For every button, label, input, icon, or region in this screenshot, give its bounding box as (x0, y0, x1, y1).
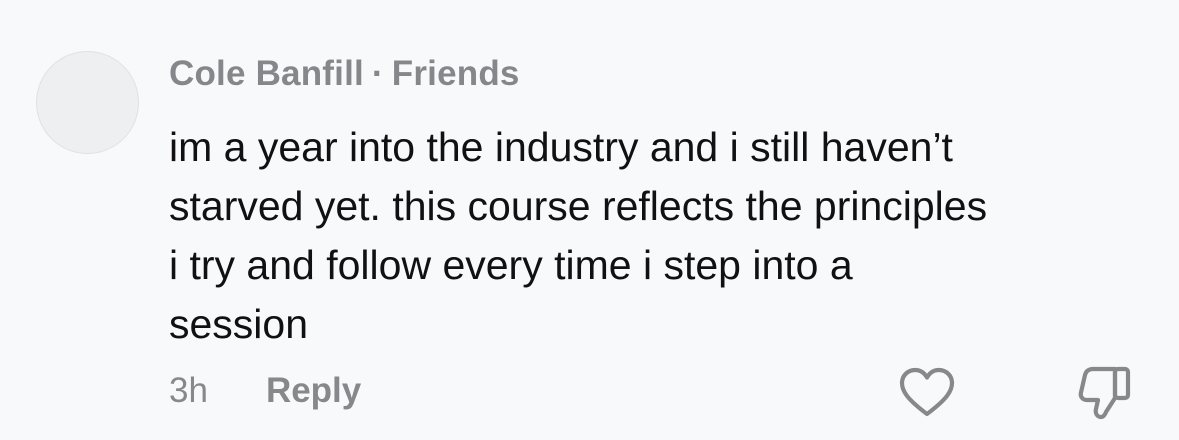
author-name[interactable]: Cole Banfill (169, 54, 364, 93)
relationship-label: Friends (391, 54, 520, 93)
avatar[interactable] (36, 51, 139, 154)
comment-footer: 3h Reply (169, 371, 361, 411)
comment-text-line: i try and follow every time i step into … (169, 242, 853, 288)
separator: · (371, 54, 384, 93)
reply-button[interactable]: Reply (266, 371, 361, 411)
timestamp: 3h (169, 371, 208, 410)
comment-text-line: starved yet. this course reflects the pr… (169, 183, 988, 229)
comment-text-line: session (169, 301, 309, 347)
heart-icon[interactable] (899, 367, 955, 419)
comment-text-line: im a year into the industry and i still … (169, 124, 953, 170)
comment: Cole Banfill · Friends im a year into the … (0, 0, 1179, 440)
comment-header: Cole Banfill · Friends (169, 54, 520, 94)
comment-text: im a year into the industry and i still … (169, 118, 1149, 354)
thumbs-down-icon[interactable] (1077, 365, 1133, 421)
